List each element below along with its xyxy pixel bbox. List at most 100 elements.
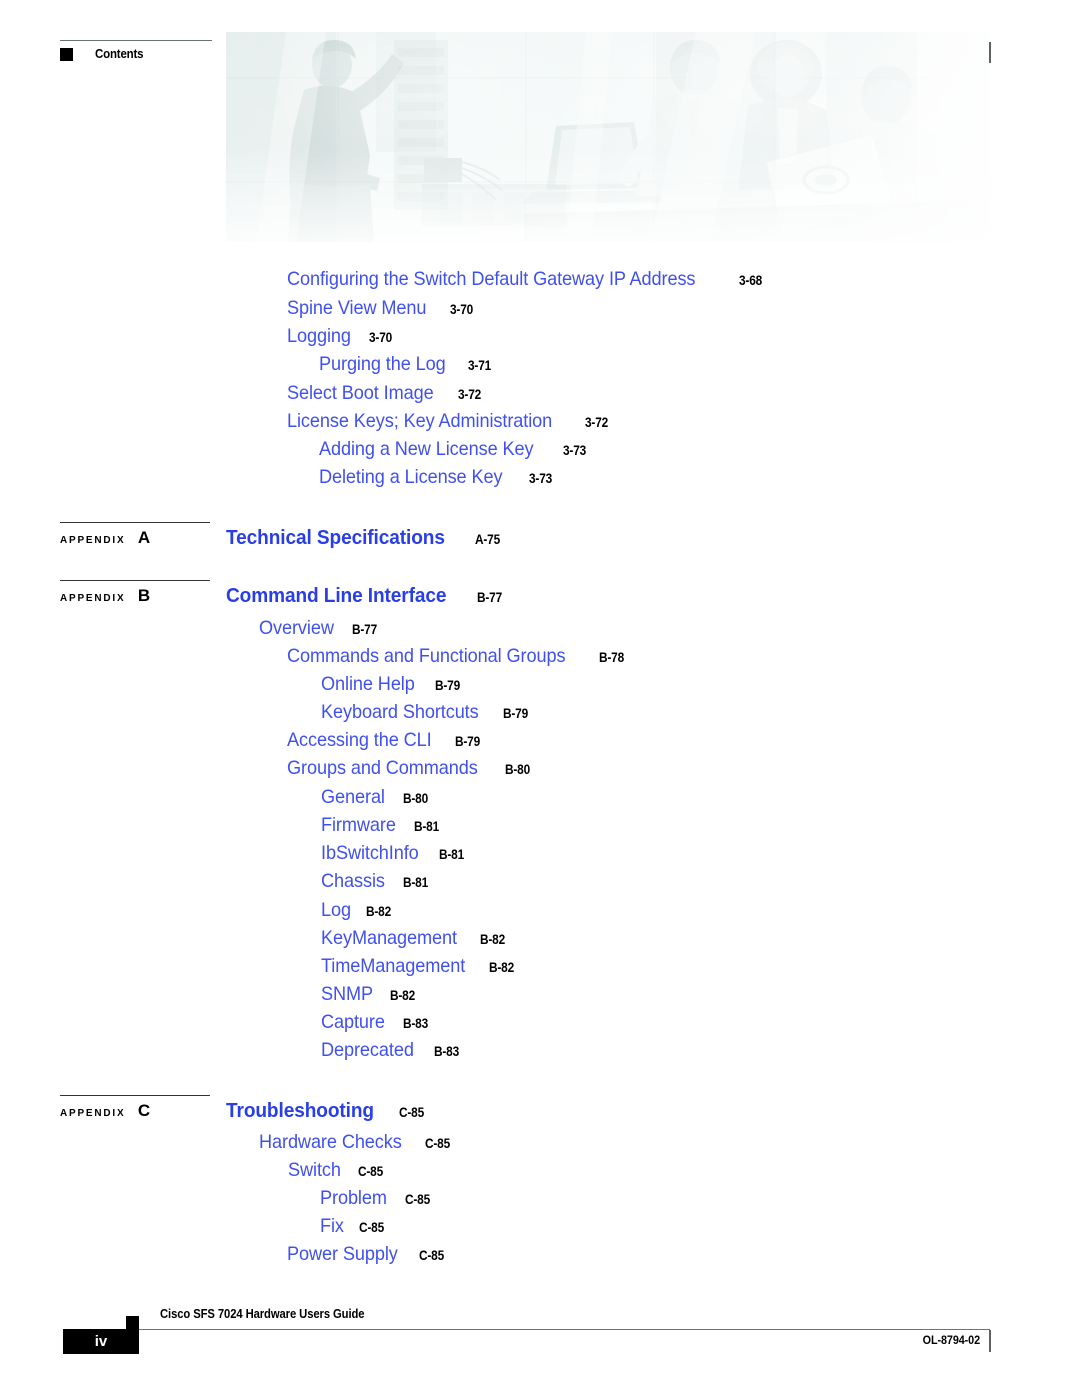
toc-entry-title[interactable]: Purging the Log xyxy=(319,353,446,376)
toc-entry[interactable]: Firmware B-81 xyxy=(321,814,443,837)
toc-entry-page-number[interactable]: 3-73 xyxy=(563,443,586,458)
toc-entry-page-number[interactable]: B-77 xyxy=(477,590,502,605)
toc-entry-title[interactable]: Deleting a License Key xyxy=(319,466,503,489)
toc-entry[interactable]: Technical Specifications A-75 xyxy=(226,526,504,550)
toc-entry-title[interactable]: TimeManagement xyxy=(321,955,465,978)
toc-entry-page-number[interactable]: B-82 xyxy=(489,960,514,975)
appendix-word: APPENDIX xyxy=(60,1107,126,1120)
toc-entry-title[interactable]: Configuring the Switch Default Gateway I… xyxy=(287,268,696,291)
toc-entry-title[interactable]: Fix xyxy=(320,1215,344,1238)
toc-entry-title[interactable]: Hardware Checks xyxy=(259,1131,402,1154)
toc-entry-page-number[interactable]: C-85 xyxy=(359,1220,384,1235)
toc-entry-page-number[interactable]: B-80 xyxy=(403,791,428,806)
toc-entry[interactable]: TimeManagement B-82 xyxy=(321,955,518,978)
toc-entry[interactable]: Online Help B-79 xyxy=(321,673,463,696)
toc-entry-title[interactable]: IbSwitchInfo xyxy=(321,842,419,865)
toc-entry-title[interactable]: Chassis xyxy=(321,870,385,893)
toc-entry[interactable]: Purging the Log 3-71 xyxy=(319,353,494,376)
toc-entry-title[interactable]: Online Help xyxy=(321,673,415,696)
toc-entry[interactable]: Spine View Menu 3-70 xyxy=(287,297,476,320)
toc-entry-title[interactable]: Logging xyxy=(287,325,351,348)
toc-entry-page-number[interactable]: B-79 xyxy=(435,678,460,693)
toc-entry-page-number[interactable]: 3-70 xyxy=(369,330,392,345)
toc-entry-title[interactable]: Technical Specifications xyxy=(226,526,445,550)
toc-entry-page-number[interactable]: 3-72 xyxy=(585,415,608,430)
toc-entry-page-number[interactable]: 3-73 xyxy=(529,471,552,486)
toc-entry-title[interactable]: Log xyxy=(321,899,351,922)
appendix-marker-b: APPENDIX B xyxy=(60,580,210,606)
toc-entry[interactable]: Logging 3-70 xyxy=(287,325,395,348)
toc-entry-page-number[interactable]: B-82 xyxy=(366,904,391,919)
toc-entry[interactable]: Commands and Functional Groups B-78 xyxy=(287,645,628,668)
toc-entry-title[interactable]: Accessing the CLI xyxy=(287,729,432,752)
toc-entry-page-number[interactable]: B-81 xyxy=(414,819,439,834)
toc-entry[interactable]: Groups and Commands B-80 xyxy=(287,757,534,780)
toc-entry[interactable]: Chassis B-81 xyxy=(321,870,431,893)
toc-entry[interactable]: KeyManagement B-82 xyxy=(321,927,509,950)
toc-entry-page-number[interactable]: C-85 xyxy=(358,1164,383,1179)
footer-page-number: iv xyxy=(94,1333,108,1350)
toc-entry[interactable]: SNMP B-82 xyxy=(321,983,418,1006)
toc-entry-page-number[interactable]: C-85 xyxy=(425,1136,450,1151)
toc-entry-page-number[interactable]: A-75 xyxy=(475,532,500,547)
toc-entry-title[interactable]: Problem xyxy=(320,1187,387,1210)
toc-entry-title[interactable]: Adding a New License Key xyxy=(319,438,534,461)
toc-entry[interactable]: Accessing the CLI B-79 xyxy=(287,729,484,752)
toc-entry[interactable]: Hardware Checks C-85 xyxy=(259,1131,454,1154)
toc-entry-page-number[interactable]: B-78 xyxy=(599,650,624,665)
toc-entry-page-number[interactable]: C-85 xyxy=(405,1192,430,1207)
toc-entry-page-number[interactable]: 3-70 xyxy=(450,302,473,317)
toc-entry-title[interactable]: Overview xyxy=(259,617,334,640)
toc-entry-title[interactable]: Groups and Commands xyxy=(287,757,478,780)
toc-entry-title[interactable]: Commands and Functional Groups xyxy=(287,645,566,668)
toc-entry[interactable]: Configuring the Switch Default Gateway I… xyxy=(287,268,765,291)
toc-entry[interactable]: Select Boot Image 3-72 xyxy=(287,382,484,405)
toc-entry-title[interactable]: Deprecated xyxy=(321,1039,414,1062)
toc-entry[interactable]: Log B-82 xyxy=(321,899,395,922)
toc-entry-page-number[interactable]: B-81 xyxy=(403,875,428,890)
toc-entry-page-number[interactable]: B-82 xyxy=(390,988,415,1003)
toc-entry-page-number[interactable]: B-80 xyxy=(505,762,530,777)
toc-entry-title[interactable]: Troubleshooting xyxy=(226,1099,374,1123)
toc-entry-page-number[interactable]: B-81 xyxy=(439,847,464,862)
toc-entry-title[interactable]: Keyboard Shortcuts xyxy=(321,701,479,724)
toc-entry[interactable]: Adding a New License Key 3-73 xyxy=(319,438,589,461)
toc-entry[interactable]: Command Line Interface B-77 xyxy=(226,584,505,608)
footer-document-id: OL-8794-02 xyxy=(922,1333,980,1347)
toc-entry[interactable]: Overview B-77 xyxy=(259,617,381,640)
toc-entry-title[interactable]: Power Supply xyxy=(287,1243,398,1266)
toc-entry[interactable]: IbSwitchInfo B-81 xyxy=(321,842,468,865)
toc-entry-page-number[interactable]: B-82 xyxy=(480,932,505,947)
toc-entry-title[interactable]: General xyxy=(321,786,385,809)
toc-entry[interactable]: Problem C-85 xyxy=(320,1187,433,1210)
toc-entry[interactable]: Power Supply C-85 xyxy=(287,1243,448,1266)
toc-entry[interactable]: General B-80 xyxy=(321,786,431,809)
toc-entry-page-number[interactable]: B-77 xyxy=(352,622,377,637)
toc-entry[interactable]: Capture B-83 xyxy=(321,1011,431,1034)
toc-entry-title[interactable]: Switch xyxy=(288,1159,341,1182)
toc-entry-title[interactable]: Spine View Menu xyxy=(287,297,427,320)
toc-entry[interactable]: License Keys; Key Administration 3-72 xyxy=(287,410,611,433)
toc-entry-page-number[interactable]: B-83 xyxy=(434,1044,459,1059)
toc-entry-title[interactable]: Select Boot Image xyxy=(287,382,434,405)
toc-entry-page-number[interactable]: B-79 xyxy=(503,706,528,721)
toc-entry-title[interactable]: KeyManagement xyxy=(321,927,457,950)
toc-entry[interactable]: Keyboard Shortcuts B-79 xyxy=(321,701,532,724)
toc-entry-page-number[interactable]: B-83 xyxy=(403,1016,428,1031)
toc-entry-page-number[interactable]: 3-71 xyxy=(468,358,491,373)
toc-entry[interactable]: Deleting a License Key 3-73 xyxy=(319,466,556,489)
toc-entry-page-number[interactable]: B-79 xyxy=(455,734,480,749)
toc-entry[interactable]: Deprecated B-83 xyxy=(321,1039,462,1062)
toc-entry-title[interactable]: Capture xyxy=(321,1011,385,1034)
toc-entry[interactable]: Switch C-85 xyxy=(288,1159,386,1182)
toc-entry-title[interactable]: License Keys; Key Administration xyxy=(287,410,552,433)
toc-entry-title[interactable]: Command Line Interface xyxy=(226,584,447,608)
toc-entry-page-number[interactable]: C-85 xyxy=(419,1248,444,1263)
toc-entry-title[interactable]: Firmware xyxy=(321,814,396,837)
toc-entry-page-number[interactable]: C-85 xyxy=(399,1105,424,1120)
toc-entry[interactable]: Fix C-85 xyxy=(320,1215,387,1238)
toc-entry-page-number[interactable]: 3-72 xyxy=(458,387,481,402)
toc-entry-page-number[interactable]: 3-68 xyxy=(739,273,762,288)
toc-entry[interactable]: Troubleshooting C-85 xyxy=(226,1099,428,1123)
toc-entry-title[interactable]: SNMP xyxy=(321,983,373,1006)
